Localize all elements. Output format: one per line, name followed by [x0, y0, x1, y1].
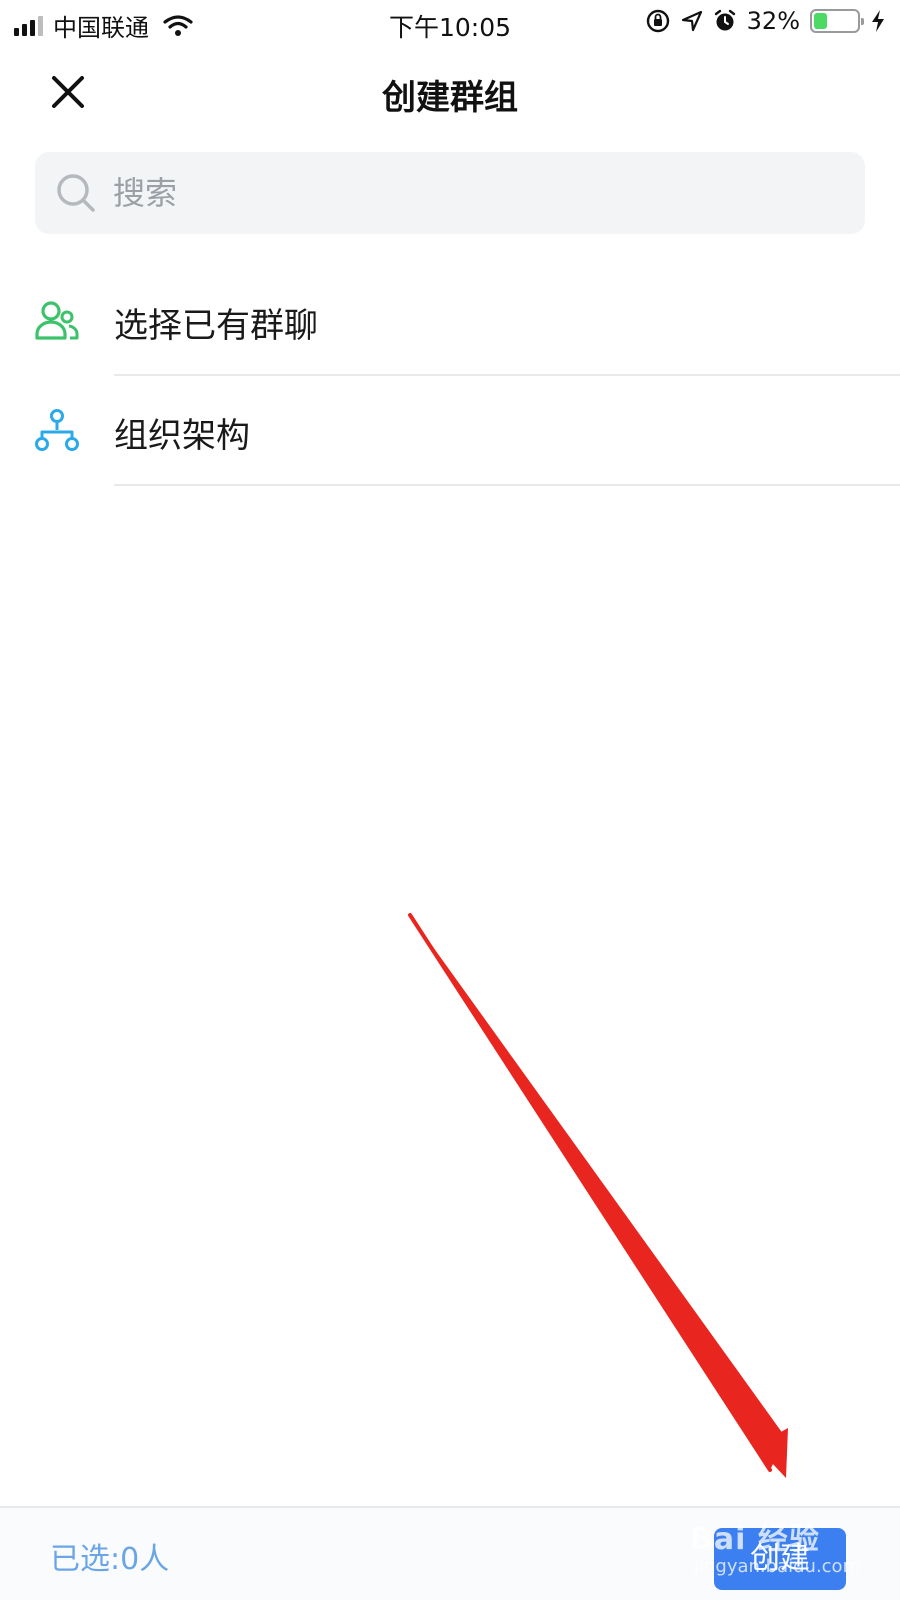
search-bar[interactable] [35, 152, 865, 234]
group-chat-icon [35, 301, 79, 340]
page-title: 创建群组 [382, 78, 518, 118]
location-icon [681, 10, 702, 32]
battery-icon [810, 9, 864, 33]
option-existing-group-chat[interactable]: 选择已有群聊 [0, 266, 900, 376]
search-icon [57, 174, 95, 212]
charging-icon [872, 10, 884, 32]
status-right: 32% [645, 7, 886, 35]
option-label: 组织架构 [114, 416, 250, 456]
option-org-structure[interactable]: 组织架构 [0, 376, 900, 486]
selected-count: 已选:0人 [50, 1542, 170, 1577]
alarm-icon [714, 9, 735, 31]
battery-level-fill [814, 13, 828, 29]
bottom-bar: 已选:0人 创建 [0, 1506, 900, 1600]
search-input[interactable] [113, 152, 833, 234]
org-structure-icon [35, 409, 79, 451]
option-label: 选择已有群聊 [114, 306, 318, 346]
battery-percent: 32% [746, 7, 800, 35]
divider [114, 484, 900, 486]
create-button[interactable]: 创建 [714, 1528, 846, 1590]
annotation-arrow [408, 913, 788, 1478]
status-bar: 中国联通 下午10:05 32% [0, 0, 900, 46]
orientation-lock-icon [646, 9, 669, 33]
nav-bar: 创建群组 [0, 52, 900, 128]
